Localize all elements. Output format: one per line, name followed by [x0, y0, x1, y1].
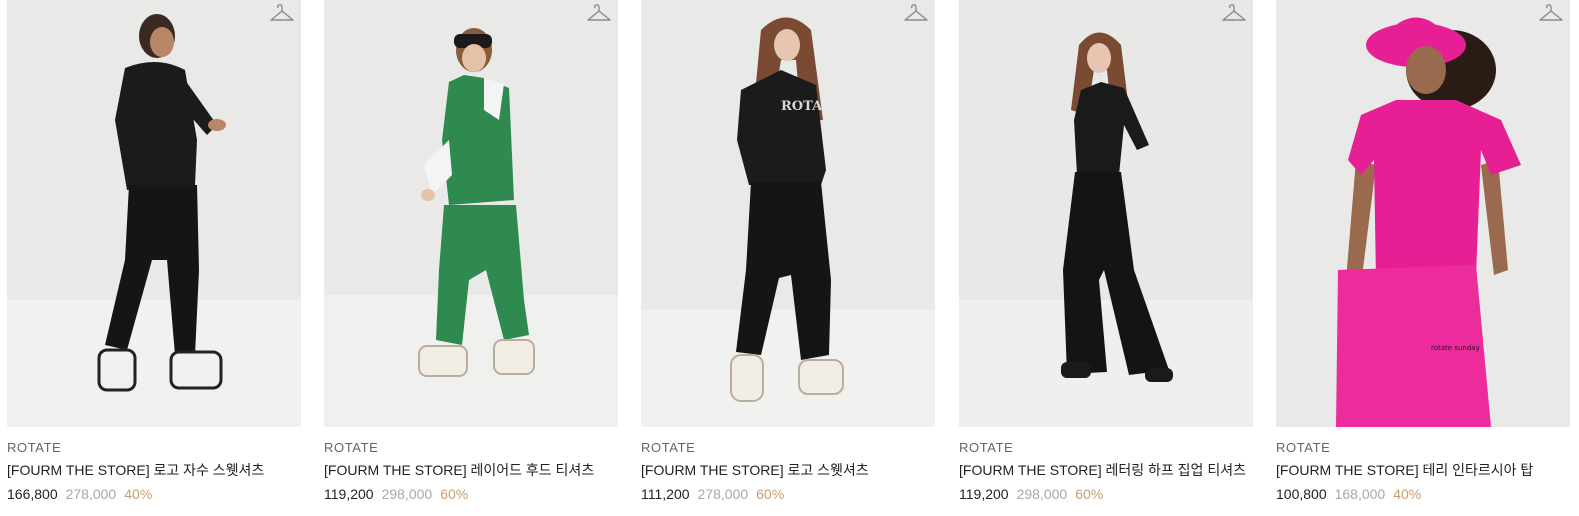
- product-photo: [959, 0, 1253, 427]
- product-name[interactable]: [FOURM THE STORE] 로고 자수 스웻셔츠: [7, 462, 301, 479]
- discount-rate: 40%: [1393, 486, 1422, 502]
- product-card[interactable]: ROTATE [FOURM THE STORE] 로고 자수 스웻셔츠 166,…: [7, 0, 301, 516]
- svg-text:ROTA: ROTA: [781, 99, 823, 114]
- hanger-icon[interactable]: [1221, 2, 1247, 24]
- price-row: 119,200 298,000 60%: [959, 486, 1253, 503]
- product-grid: ROTATE [FOURM THE STORE] 로고 자수 스웻셔츠 166,…: [0, 0, 1579, 516]
- sale-price: 100,800: [1276, 486, 1327, 502]
- sale-price: 119,200: [324, 486, 374, 502]
- product-name[interactable]: [FOURM THE STORE] 테리 인타르시아 탑: [1276, 462, 1570, 479]
- product-image[interactable]: rotate sunday: [1276, 0, 1570, 427]
- product-brand: ROTATE: [641, 440, 696, 455]
- original-price: 278,000: [65, 486, 117, 502]
- hanger-icon[interactable]: [903, 2, 929, 24]
- original-price: 168,000: [1334, 486, 1386, 502]
- product-brand: ROTATE: [1276, 440, 1331, 455]
- product-card[interactable]: ROTATE [FOURM THE STORE] 레터링 하프 집업 티셔츠 1…: [959, 0, 1253, 516]
- product-name[interactable]: [FOURM THE STORE] 레터링 하프 집업 티셔츠: [959, 462, 1253, 479]
- product-photo: [7, 0, 301, 427]
- product-name[interactable]: [FOURM THE STORE] 레이어드 후드 티셔츠: [324, 462, 618, 479]
- product-image[interactable]: [324, 0, 618, 427]
- product-brand: ROTATE: [7, 440, 62, 455]
- sale-price: 111,200: [641, 486, 690, 502]
- product-brand: ROTATE: [324, 440, 379, 455]
- product-image[interactable]: [959, 0, 1253, 427]
- price-row: 166,800 278,000 40%: [7, 486, 301, 503]
- discount-rate: 60%: [756, 486, 785, 502]
- product-photo: [324, 0, 618, 427]
- product-card[interactable]: ROTATE [FOURM THE STORE] 레이어드 후드 티셔츠 119…: [324, 0, 618, 516]
- hanger-icon[interactable]: [586, 2, 612, 24]
- hanger-icon[interactable]: [1538, 2, 1564, 24]
- original-price: 298,000: [381, 486, 433, 502]
- price-row: 100,800 168,000 40%: [1276, 486, 1570, 503]
- product-image[interactable]: ROTA: [641, 0, 935, 427]
- price-row: 119,200 298,000 60%: [324, 486, 618, 503]
- hanger-icon[interactable]: [269, 2, 295, 24]
- product-card[interactable]: rotate sunday ROTATE [FOURM THE STORE] 테…: [1276, 0, 1570, 516]
- product-name[interactable]: [FOURM THE STORE] 로고 스웻셔츠: [641, 462, 935, 479]
- discount-rate: 60%: [440, 486, 469, 502]
- discount-rate: 40%: [124, 486, 153, 502]
- product-image[interactable]: [7, 0, 301, 427]
- product-brand: ROTATE: [959, 440, 1014, 455]
- sale-price: 166,800: [7, 486, 58, 502]
- original-price: 298,000: [1016, 486, 1068, 502]
- original-price: 278,000: [697, 486, 749, 502]
- discount-rate: 60%: [1075, 486, 1104, 502]
- product-photo: ROTA: [641, 0, 935, 427]
- product-photo: rotate sunday: [1276, 0, 1570, 427]
- price-row: 111,200 278,000 60%: [641, 486, 935, 503]
- product-card[interactable]: ROTA ROTATE [FOURM THE STORE] 로고 스웻셔츠 11…: [641, 0, 935, 516]
- sale-price: 119,200: [959, 486, 1009, 502]
- svg-text:rotate sunday: rotate sunday: [1431, 344, 1480, 352]
